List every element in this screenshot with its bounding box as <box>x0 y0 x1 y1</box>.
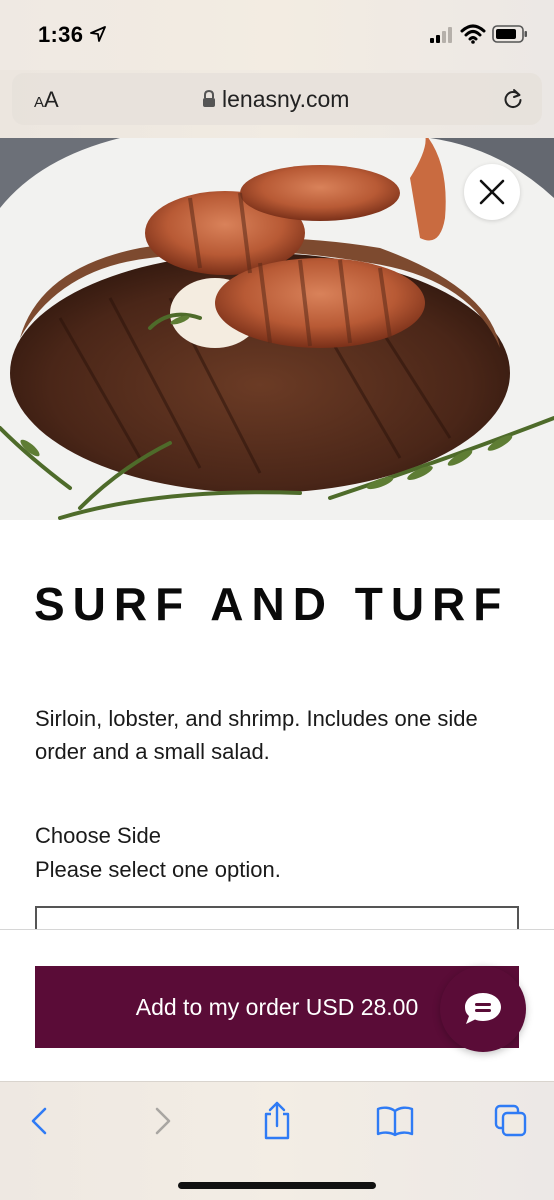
tabs-icon[interactable] <box>494 1104 528 1138</box>
back-icon[interactable] <box>24 1104 58 1138</box>
status-bar: 1:36 <box>0 0 554 70</box>
location-arrow-icon <box>90 26 106 42</box>
battery-icon <box>492 25 527 43</box>
bookmarks-icon[interactable] <box>376 1104 414 1138</box>
browser-toolbar <box>0 1081 554 1200</box>
lock-icon <box>203 90 215 107</box>
cellular-signal-icon <box>430 27 452 43</box>
forward-icon[interactable] <box>144 1104 178 1138</box>
choose-side-help-text: Please select one option. <box>35 857 281 882</box>
item-title: SURF AND TURF <box>34 578 510 630</box>
choose-side-label: Choose Side <box>35 823 161 848</box>
address-bar[interactable]: AA lenasny.com <box>12 73 542 125</box>
status-time: 1:36 <box>38 22 84 47</box>
url-text[interactable]: lenasny.com <box>222 86 349 113</box>
chat-button[interactable] <box>440 966 526 1052</box>
item-description: Sirloin, lobster, and shrimp. Includes o… <box>35 706 478 764</box>
reload-icon[interactable] <box>502 88 524 110</box>
text-size-button[interactable]: AA <box>34 87 59 113</box>
chat-bubble-icon <box>465 993 501 1024</box>
close-button[interactable] <box>464 164 520 220</box>
close-icon <box>479 179 505 205</box>
share-icon[interactable] <box>260 1100 294 1140</box>
browser-chrome: AA lenasny.com <box>0 70 554 138</box>
wifi-icon <box>460 24 486 44</box>
home-indicator <box>178 1182 376 1189</box>
